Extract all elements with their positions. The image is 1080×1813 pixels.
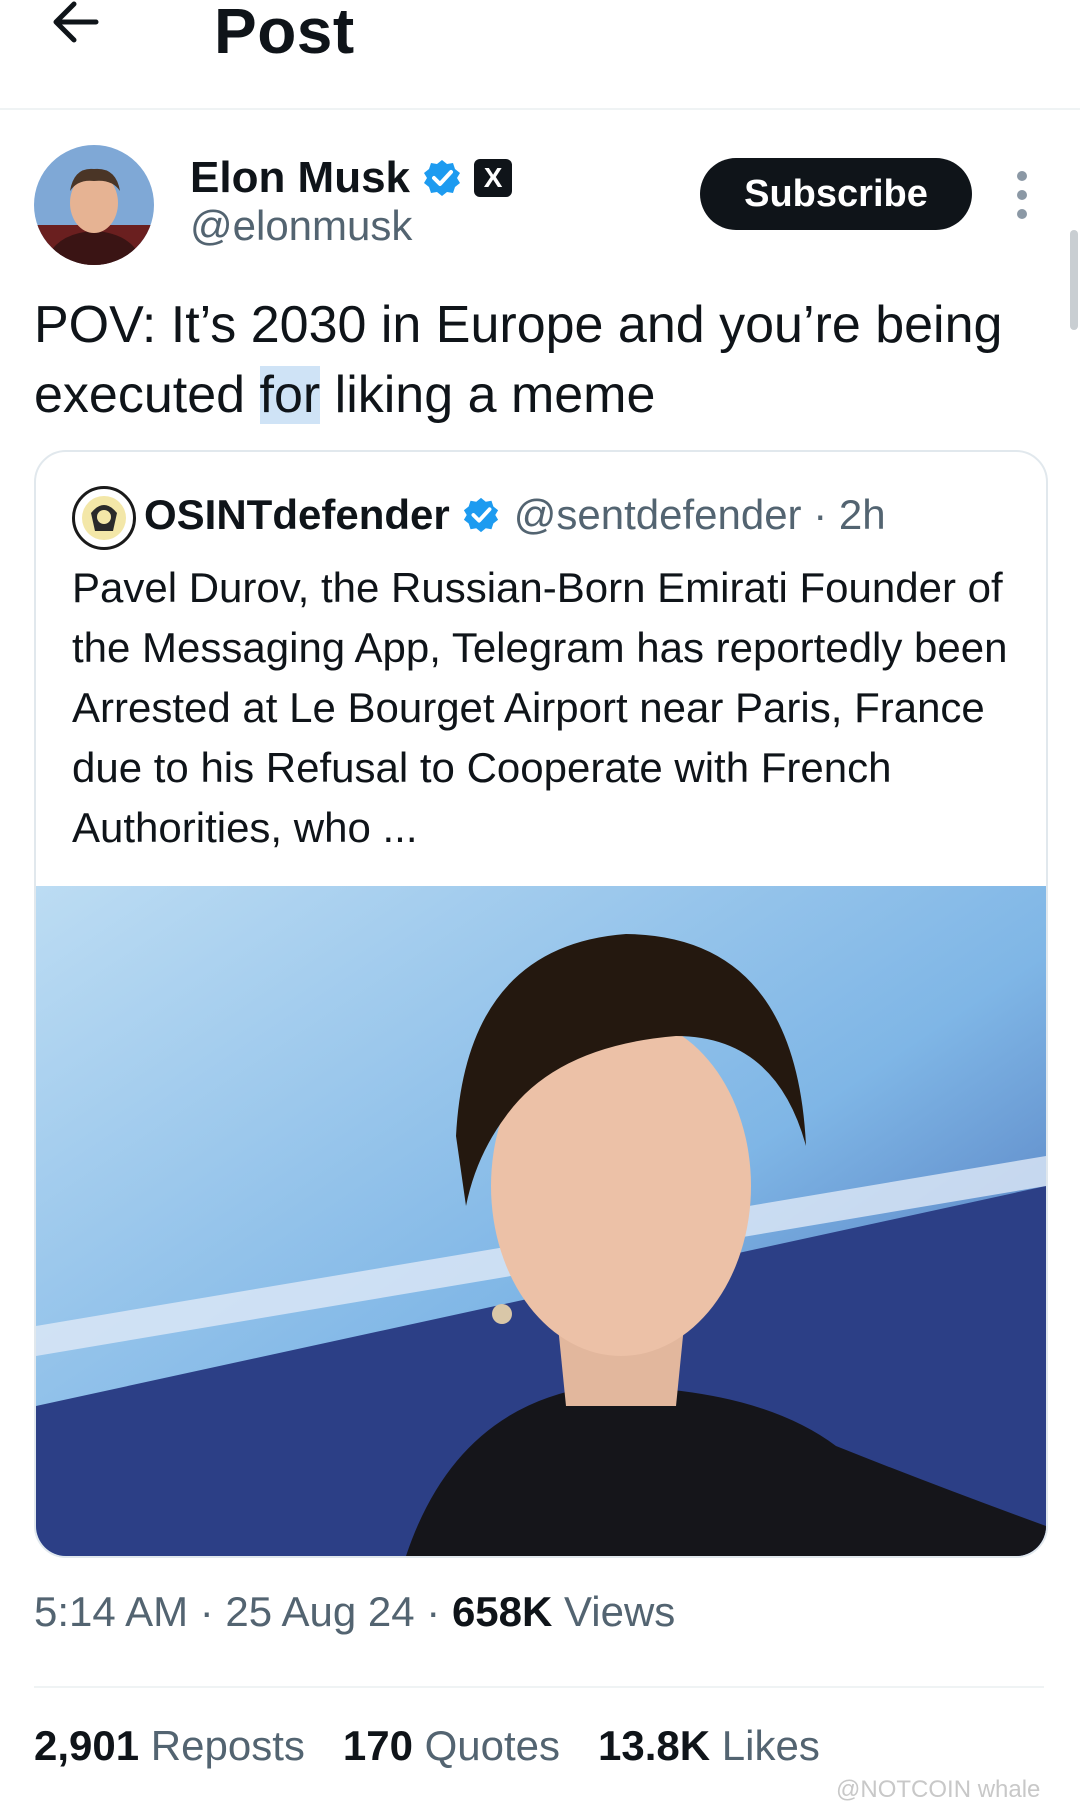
top-bar: Post <box>0 0 1080 110</box>
quotes-label: Quotes <box>424 1722 561 1769</box>
quote-photo[interactable] <box>36 886 1046 1556</box>
more-vertical-icon <box>1017 171 1027 219</box>
author-handle[interactable]: @elonmusk <box>190 202 412 250</box>
quote-avatar <box>72 486 136 550</box>
quote-author-name: OSINTdefender <box>144 491 450 538</box>
x-affiliate-badge: X <box>474 159 513 197</box>
post-text-highlight: for <box>259 366 321 424</box>
verified-badge-icon <box>424 160 461 196</box>
quote-handle-time: @sentdefender · 2h <box>513 491 886 538</box>
reposts-stat[interactable]: 2,901 Reposts <box>34 1722 305 1770</box>
verified-badge-icon <box>463 497 498 533</box>
page-title: Post <box>214 0 355 67</box>
subscribe-button[interactable]: Subscribe <box>700 158 972 230</box>
watermark: @NOTCOIN whale <box>836 1776 1041 1803</box>
engagement-stats: 2,901 Reposts 170 Quotes 13.8K Likes <box>34 1722 858 1770</box>
more-options-button[interactable] <box>1004 168 1040 222</box>
avatar[interactable] <box>34 145 154 265</box>
scrollbar[interactable] <box>1070 230 1078 330</box>
author-name[interactable]: Elon Musk <box>190 153 410 203</box>
likes-count: 13.8K <box>598 1722 711 1769</box>
views-label: Views <box>552 1588 676 1635</box>
quote-text: Pavel Durov, the Russian-Born Emirati Fo… <box>72 564 1008 851</box>
arrow-left-icon <box>53 1 99 43</box>
post-time-date: 5:14 AM · 25 Aug 24 · <box>34 1588 452 1635</box>
back-button[interactable] <box>50 0 120 60</box>
quotes-stat[interactable]: 170 Quotes <box>343 1722 560 1770</box>
quote-header: OSINTdefender @sentdefender · 2h <box>144 482 886 548</box>
views-count: 658K <box>451 1588 553 1635</box>
author-row: Elon Musk X <box>190 148 513 208</box>
divider <box>34 1686 1044 1688</box>
quoted-post[interactable]: OSINTdefender @sentdefender · 2h Pavel D… <box>34 450 1048 1558</box>
quotes-count: 170 <box>342 1722 413 1769</box>
post-timestamp-views: 5:14 AM · 25 Aug 24 · 658K Views <box>34 1588 675 1636</box>
post-text-part: liking a meme <box>320 366 656 424</box>
reposts-label: Reposts <box>150 1722 305 1769</box>
likes-stat[interactable]: 13.8K Likes <box>598 1722 820 1770</box>
post-text: POV: It’s 2030 in Europe and you’re bein… <box>34 290 1034 430</box>
reposts-count: 2,901 <box>34 1722 140 1769</box>
likes-label: Likes <box>721 1722 820 1769</box>
